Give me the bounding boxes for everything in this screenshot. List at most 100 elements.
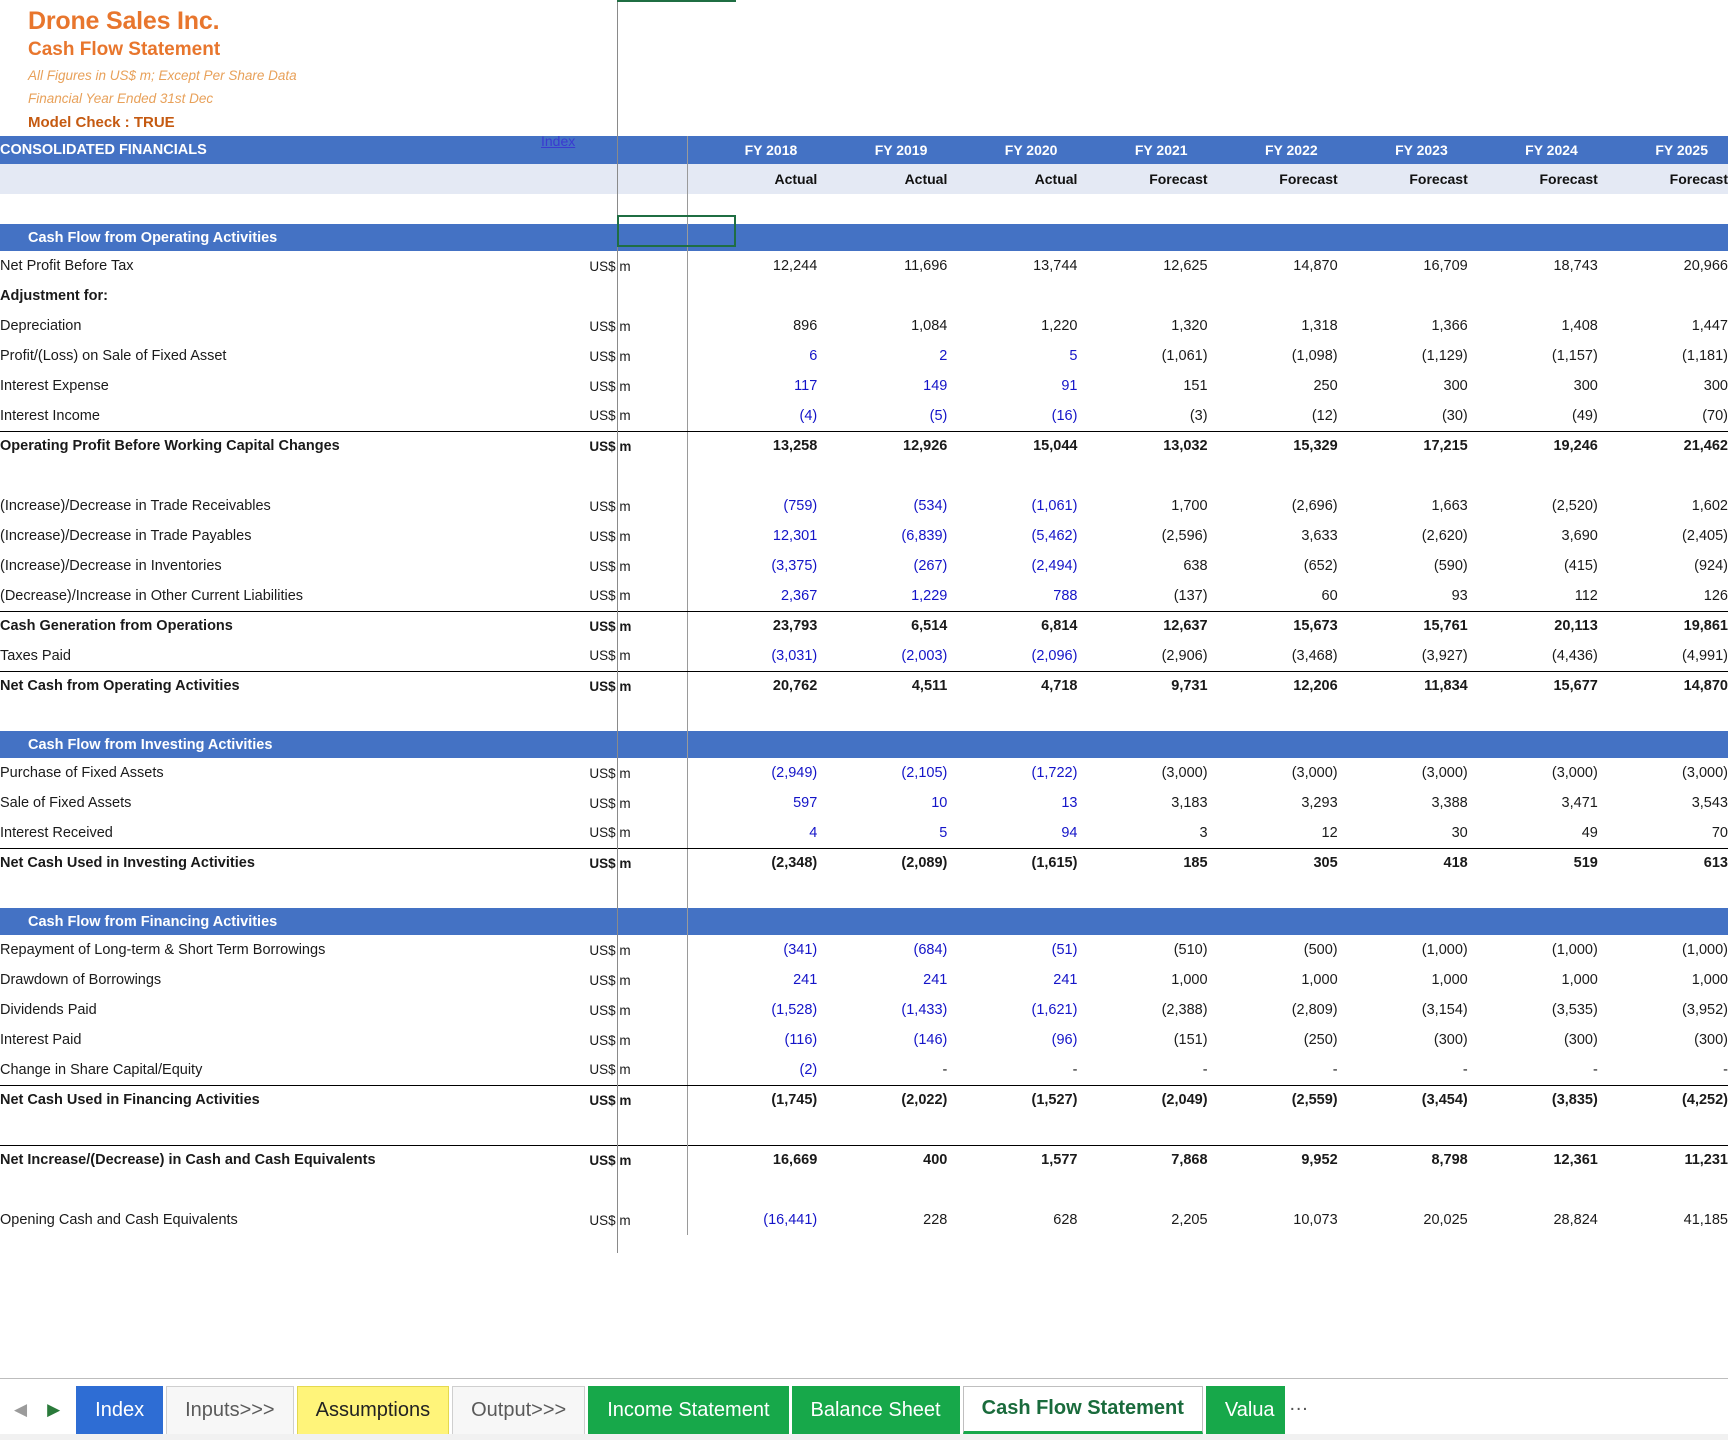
value-cell[interactable]: (250) bbox=[1208, 1025, 1338, 1055]
value-cell[interactable]: 12,244 bbox=[687, 251, 817, 281]
value-cell[interactable] bbox=[817, 461, 947, 491]
value-cell[interactable]: (3,927) bbox=[1337, 641, 1468, 672]
value-cell[interactable]: (151) bbox=[1077, 1025, 1208, 1055]
value-cell[interactable]: (1,528) bbox=[687, 995, 817, 1025]
value-cell[interactable]: (3,468) bbox=[1207, 641, 1338, 672]
value-cell[interactable]: 305 bbox=[1208, 848, 1337, 878]
value-cell[interactable]: 20,113 bbox=[1468, 611, 1598, 641]
value-cell[interactable]: (2,520) bbox=[1468, 491, 1598, 521]
value-cell[interactable]: (51) bbox=[947, 935, 1078, 965]
value-cell[interactable]: 2 bbox=[817, 341, 947, 371]
value-cell[interactable]: 149 bbox=[817, 371, 947, 401]
value-cell[interactable]: 250 bbox=[1208, 371, 1337, 401]
value-cell[interactable]: (2,096) bbox=[947, 641, 1078, 672]
value-cell[interactable]: 788 bbox=[947, 581, 1078, 612]
value-cell[interactable]: 60 bbox=[1207, 581, 1338, 612]
value-cell[interactable] bbox=[1077, 461, 1207, 491]
value-cell[interactable]: (1,061) bbox=[1077, 341, 1208, 371]
value-cell[interactable]: 4,718 bbox=[947, 671, 1077, 701]
value-cell[interactable]: 10 bbox=[817, 788, 947, 818]
value-cell[interactable]: 638 bbox=[1077, 551, 1207, 581]
value-cell[interactable]: (4,436) bbox=[1467, 641, 1598, 672]
value-cell[interactable]: (2,022) bbox=[817, 1085, 947, 1115]
value-cell[interactable]: (2,494) bbox=[947, 551, 1078, 581]
value-cell[interactable] bbox=[687, 281, 817, 311]
value-cell[interactable]: (1,615) bbox=[947, 848, 1078, 878]
value-cell[interactable]: 2,367 bbox=[687, 581, 818, 612]
value-cell[interactable]: 300 bbox=[1598, 371, 1728, 401]
value-cell[interactable]: 15,329 bbox=[1208, 431, 1337, 461]
value-cell[interactable]: 300 bbox=[1468, 371, 1598, 401]
value-cell[interactable]: 126 bbox=[1597, 581, 1728, 612]
value-cell[interactable]: 112 bbox=[1467, 581, 1598, 612]
value-cell[interactable]: 1,000 bbox=[1598, 965, 1728, 995]
value-cell[interactable] bbox=[1598, 1175, 1728, 1205]
value-cell[interactable]: (534) bbox=[817, 491, 948, 521]
value-cell[interactable]: 11,696 bbox=[817, 251, 947, 281]
value-cell[interactable]: (137) bbox=[1077, 581, 1208, 612]
value-cell[interactable]: (2,003) bbox=[817, 641, 948, 672]
value-cell[interactable]: 19,861 bbox=[1598, 611, 1728, 641]
sheet-tab-index[interactable]: Index bbox=[76, 1385, 164, 1434]
value-cell[interactable]: 3 bbox=[1077, 818, 1208, 849]
value-cell[interactable]: (3,835) bbox=[1468, 1085, 1598, 1115]
value-cell[interactable]: (2,906) bbox=[1077, 641, 1208, 672]
value-cell[interactable]: (2,559) bbox=[1208, 1085, 1338, 1115]
value-cell[interactable]: 2,205 bbox=[1077, 1205, 1207, 1235]
value-cell[interactable]: (3,000) bbox=[1077, 758, 1208, 788]
value-cell[interactable]: (510) bbox=[1077, 935, 1208, 965]
value-cell[interactable]: - bbox=[817, 1055, 948, 1086]
value-cell[interactable]: 41,185 bbox=[1598, 1205, 1728, 1235]
value-cell[interactable]: (1,098) bbox=[1208, 341, 1338, 371]
value-cell[interactable]: 12 bbox=[1207, 818, 1338, 849]
value-cell[interactable]: (96) bbox=[947, 1025, 1078, 1055]
value-cell[interactable] bbox=[1598, 281, 1728, 311]
value-cell[interactable]: 1,602 bbox=[1598, 491, 1728, 521]
value-cell[interactable]: (652) bbox=[1208, 551, 1338, 581]
value-cell[interactable] bbox=[817, 1175, 947, 1205]
value-cell[interactable]: - bbox=[1467, 1055, 1598, 1086]
sheet-tab-assumptions[interactable]: Assumptions bbox=[296, 1385, 450, 1434]
value-cell[interactable]: (1,000) bbox=[1338, 935, 1468, 965]
value-cell[interactable]: (1,722) bbox=[947, 758, 1078, 788]
tab-overflow-ellipsis[interactable]: … bbox=[1285, 1393, 1317, 1426]
value-cell[interactable] bbox=[1468, 281, 1598, 311]
value-cell[interactable]: 1,320 bbox=[1077, 311, 1207, 341]
value-cell[interactable]: (16,441) bbox=[687, 1205, 817, 1235]
value-cell[interactable]: 1,577 bbox=[947, 1144, 1078, 1175]
value-cell[interactable]: 6,514 bbox=[817, 611, 947, 641]
value-cell[interactable]: 418 bbox=[1338, 848, 1468, 878]
sheet-tab-output[interactable]: Output>>> bbox=[452, 1385, 586, 1434]
value-cell[interactable]: 1,318 bbox=[1208, 311, 1337, 341]
value-cell[interactable]: (2) bbox=[687, 1055, 818, 1086]
value-cell[interactable]: - bbox=[1207, 1055, 1338, 1086]
value-cell[interactable]: 241 bbox=[947, 965, 1077, 995]
value-cell[interactable] bbox=[1468, 461, 1598, 491]
value-cell[interactable]: 13,744 bbox=[947, 251, 1077, 281]
value-cell[interactable]: 16,709 bbox=[1338, 251, 1467, 281]
value-cell[interactable]: 3,471 bbox=[1468, 788, 1598, 818]
value-cell[interactable]: 20,966 bbox=[1598, 251, 1728, 281]
value-cell[interactable]: 23,793 bbox=[687, 611, 817, 641]
value-cell[interactable]: 241 bbox=[817, 965, 947, 995]
value-cell[interactable]: (2,089) bbox=[817, 848, 947, 878]
value-cell[interactable]: 1,000 bbox=[1468, 965, 1598, 995]
value-cell[interactable]: (5,462) bbox=[947, 521, 1078, 551]
value-cell[interactable]: (146) bbox=[817, 1025, 948, 1055]
value-cell[interactable]: 896 bbox=[687, 311, 817, 341]
value-cell[interactable]: 3,388 bbox=[1338, 788, 1467, 818]
value-cell[interactable]: 1,366 bbox=[1338, 311, 1467, 341]
value-cell[interactable]: 3,690 bbox=[1468, 521, 1598, 551]
value-cell[interactable]: - bbox=[1337, 1055, 1468, 1086]
value-cell[interactable]: 13 bbox=[947, 788, 1077, 818]
value-cell[interactable]: 1,663 bbox=[1338, 491, 1467, 521]
value-cell[interactable] bbox=[1208, 461, 1338, 491]
value-cell[interactable]: (300) bbox=[1598, 1025, 1728, 1055]
value-cell[interactable]: (16) bbox=[947, 401, 1078, 432]
value-cell[interactable]: (2,388) bbox=[1077, 995, 1208, 1025]
value-cell[interactable] bbox=[947, 461, 1077, 491]
value-cell[interactable] bbox=[1077, 1175, 1207, 1205]
value-cell[interactable]: 13,032 bbox=[1077, 431, 1207, 461]
value-cell[interactable]: (2,405) bbox=[1598, 521, 1728, 551]
value-cell[interactable]: (500) bbox=[1208, 935, 1338, 965]
